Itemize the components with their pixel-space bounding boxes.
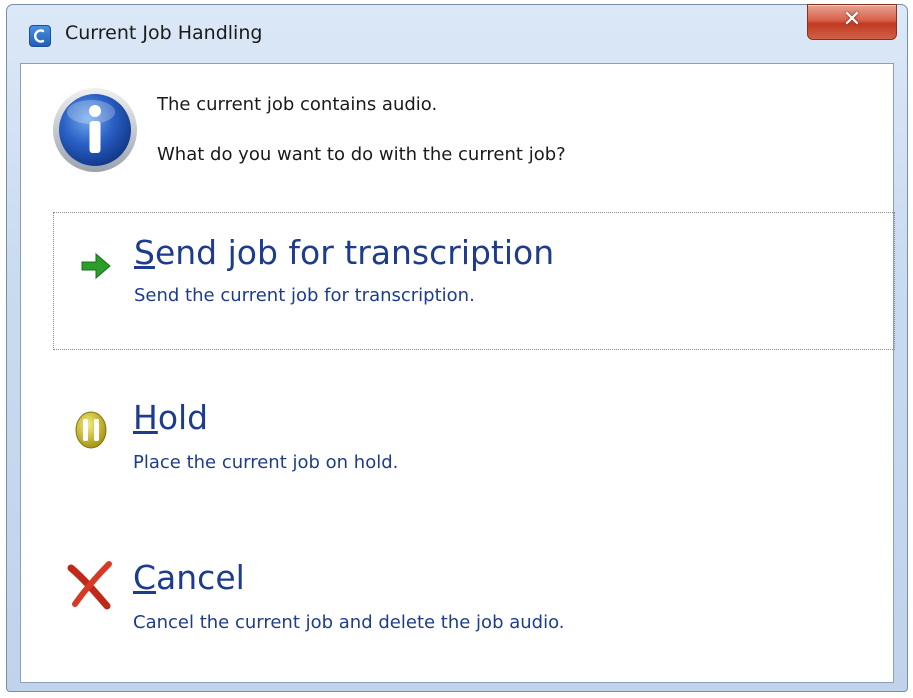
cancel-option-description: Cancel the current job and delete the jo…: [133, 612, 565, 633]
send-option-title: Send job for transcription: [134, 233, 555, 272]
window-title: Current Job Handling: [65, 22, 263, 44]
hold-option-title: Hold: [133, 398, 209, 437]
red-x-icon: [65, 560, 115, 610]
close-button[interactable]: ✕: [807, 4, 897, 40]
dialog-window: Current Job Handling ✕ The current job c…: [6, 4, 908, 692]
cancel-option[interactable]: Cancel Cancel the current job and delete…: [53, 542, 895, 662]
cancel-option-title: Cancel: [133, 558, 245, 597]
title-bar[interactable]: Current Job Handling ✕: [7, 4, 907, 63]
green-arrow-icon: [76, 246, 116, 286]
hold-option-description: Place the current job on hold.: [133, 452, 399, 473]
app-logo-icon: [29, 25, 51, 47]
message-line-1: The current job contains audio.: [157, 94, 438, 115]
close-icon: ✕: [842, 7, 862, 32]
hold-option[interactable]: Hold Place the current job on hold.: [53, 382, 895, 502]
send-option-description: Send the current job for transcription.: [134, 285, 475, 306]
pause-icon: [71, 410, 111, 450]
message-line-2: What do you want to do with the current …: [157, 144, 566, 165]
send-for-transcription-option[interactable]: Send job for transcription Send the curr…: [53, 212, 895, 350]
dialog-content: The current job contains audio. What do …: [20, 63, 895, 683]
information-icon: [51, 86, 139, 174]
